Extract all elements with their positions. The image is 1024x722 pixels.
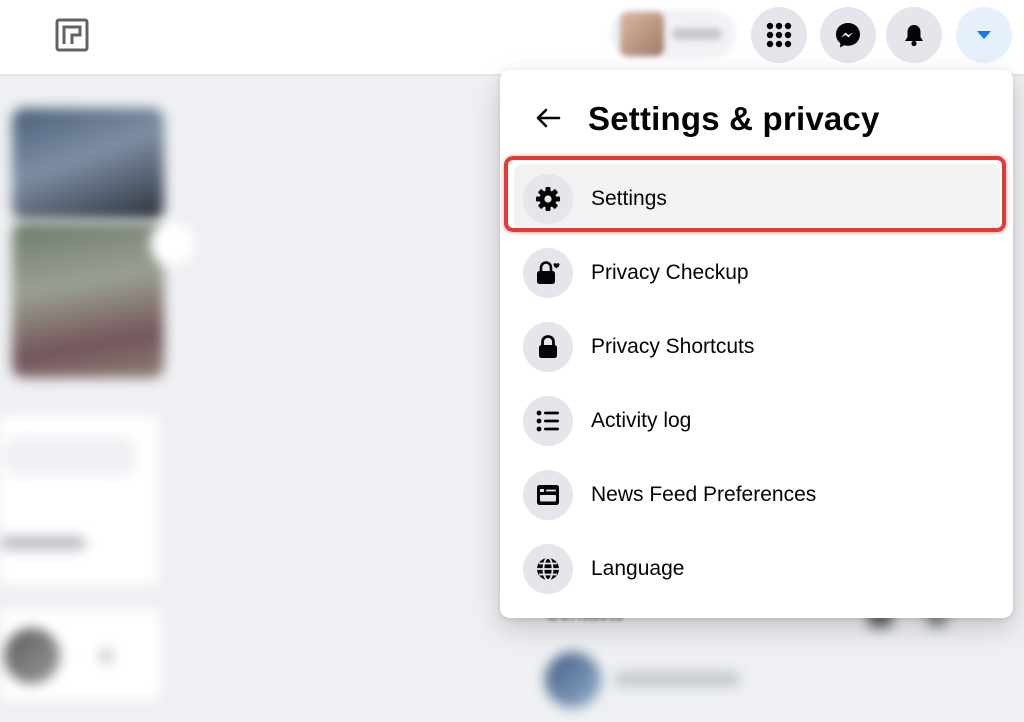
menu-button[interactable] — [751, 7, 807, 63]
stories-next-button[interactable] — [150, 222, 194, 266]
menu-item-icon — [523, 396, 573, 446]
news-feed-icon — [537, 485, 559, 505]
list-icon — [536, 410, 559, 432]
composer-action[interactable] — [0, 536, 86, 550]
menu-title: Settings & privacy — [588, 100, 880, 137]
menu-item-icon — [523, 470, 573, 520]
profile-avatar[interactable] — [620, 12, 664, 56]
messenger-button[interactable] — [820, 7, 876, 63]
contact-avatar[interactable] — [545, 652, 601, 708]
highlight-annotation — [504, 156, 1006, 232]
menu-item-icon — [523, 248, 573, 298]
contact-name[interactable] — [614, 672, 740, 686]
post-menu-icon[interactable] — [98, 648, 114, 664]
gaming-logo-icon[interactable] — [55, 18, 89, 52]
bell-icon — [905, 25, 923, 47]
globe-icon — [537, 557, 559, 581]
back-button[interactable] — [524, 98, 572, 138]
arrow-left-icon — [536, 108, 561, 128]
menu-item-label: Activity log — [591, 409, 692, 432]
caret-down-icon — [977, 31, 991, 39]
lock-heart-icon — [537, 261, 560, 284]
menu-item-label: Privacy Shortcuts — [591, 335, 755, 358]
avatar[interactable] — [4, 628, 60, 684]
menu-header: Settings & privacy — [500, 70, 1013, 162]
menu-item-label: Language — [591, 557, 685, 580]
menu-item-icon — [523, 322, 573, 372]
menu-item-privacy-checkup[interactable]: Privacy Checkup — [514, 238, 1000, 308]
composer-input[interactable] — [0, 436, 138, 476]
notifications-button[interactable] — [886, 7, 942, 63]
menu-item-privacy-shortcuts[interactable]: Privacy Shortcuts — [514, 312, 1000, 382]
story-card[interactable] — [12, 222, 164, 378]
menu-item-activity-log[interactable]: Activity log — [514, 386, 1000, 456]
top-navigation-bar — [0, 0, 1024, 74]
settings-privacy-menu: Settings & privacy Settings Privacy Chec… — [500, 70, 1013, 618]
account-menu-button[interactable] — [956, 7, 1012, 63]
menu-item-news-feed-preferences[interactable]: News Feed Preferences — [514, 460, 1000, 530]
story-card[interactable] — [12, 108, 164, 220]
profile-name[interactable] — [672, 28, 722, 40]
menu-item-label: Privacy Checkup — [591, 261, 749, 284]
menu-item-icon — [523, 544, 573, 594]
menu-item-label: News Feed Preferences — [591, 483, 817, 506]
grid-menu-icon — [766, 22, 792, 48]
lock-icon — [539, 335, 557, 358]
messenger-icon — [836, 23, 860, 48]
menu-item-language[interactable]: Language — [514, 534, 1000, 604]
